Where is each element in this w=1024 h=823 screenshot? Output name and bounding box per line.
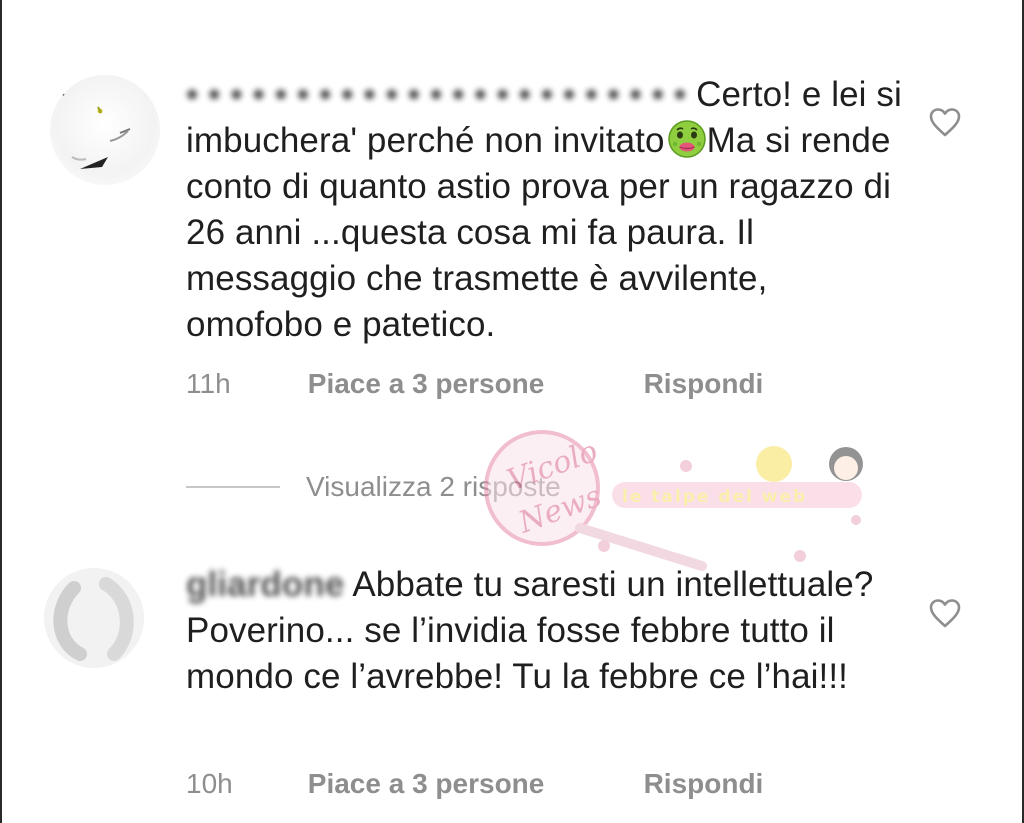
comment-username[interactable]: gliardone [186, 565, 344, 604]
view-replies-button[interactable]: Visualizza 2 risposte [186, 467, 561, 507]
view-replies-label: Visualizza 2 risposte [306, 471, 561, 502]
comment-username[interactable]: • • • • • • • • • • • • • • • • • • • • … [186, 75, 686, 114]
heart-outline-icon[interactable] [928, 597, 962, 629]
comment-body: gliardone Abbate tu saresti un intellett… [186, 562, 906, 700]
comment-time: 10h [186, 768, 233, 799]
replies-divider-line [186, 486, 280, 488]
frame-left-border [0, 0, 2, 823]
avatar-image [57, 90, 131, 169]
comment-meta: 10h Piace a 3 persone Rispondi [186, 768, 763, 800]
heart-outline-icon[interactable] [928, 106, 962, 138]
avatar-image [44, 568, 144, 668]
avatar[interactable] [50, 75, 160, 185]
comment-meta: 11h Piace a 3 persone Rispondi [186, 368, 763, 400]
svg-text:le talpe del web: le talpe del web [622, 487, 807, 507]
reply-button[interactable]: Rispondi [644, 768, 764, 800]
comment-likes-button[interactable]: Piace a 3 persone [308, 368, 636, 400]
comment-time: 11h [186, 368, 231, 399]
avatar[interactable] [44, 568, 144, 668]
reply-button[interactable]: Rispondi [644, 368, 764, 400]
comment-likes-button[interactable]: Piace a 3 persone [308, 768, 636, 800]
nauseated-face-icon [667, 120, 706, 158]
comment-body: • • • • • • • • • • • • • • • • • • • • … [186, 72, 906, 348]
